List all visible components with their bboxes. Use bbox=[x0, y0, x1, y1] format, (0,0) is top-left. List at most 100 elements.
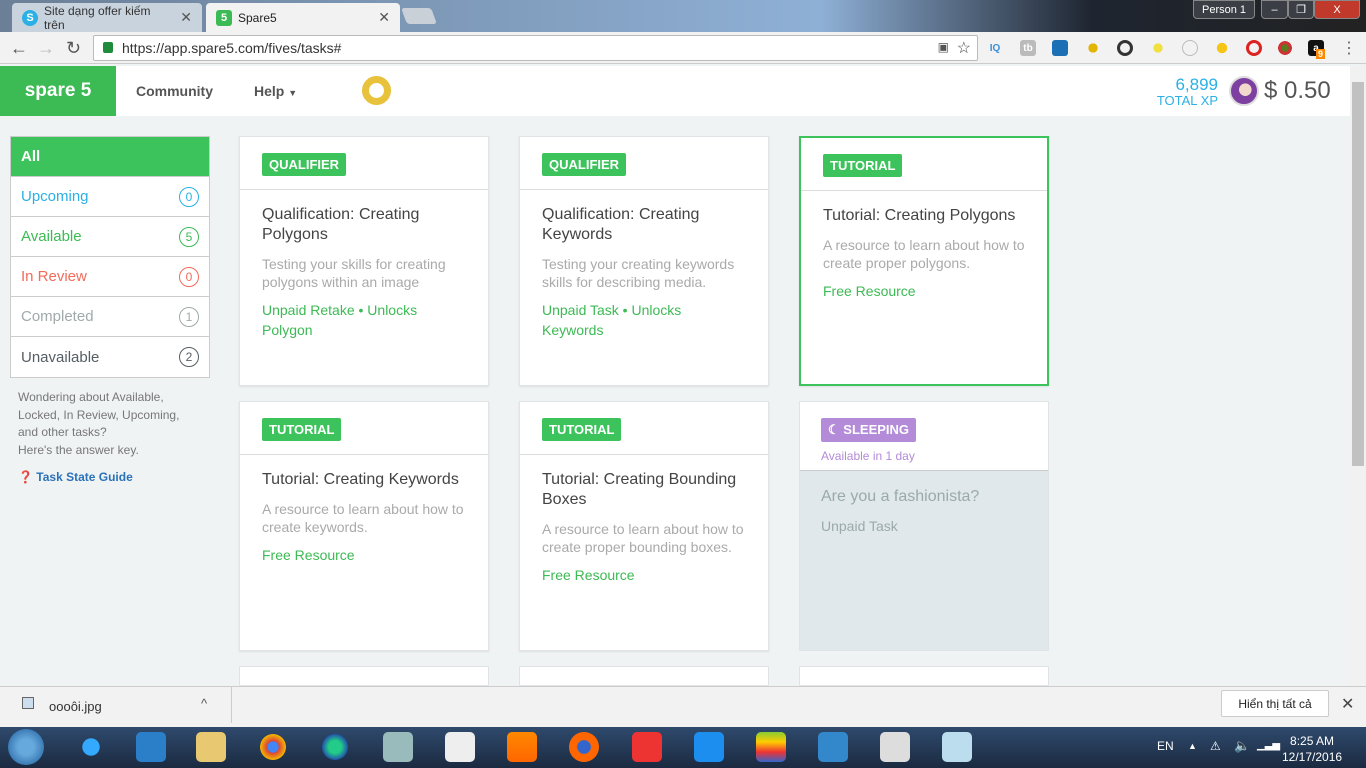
notepad-icon[interactable] bbox=[942, 732, 972, 762]
red-circle-extension-icon[interactable] bbox=[1277, 40, 1293, 56]
circle-extension-icon[interactable] bbox=[1182, 40, 1198, 56]
on-screen-keyboard-icon[interactable] bbox=[383, 732, 413, 762]
clock[interactable]: 8:25 AM 12/17/2016 bbox=[1282, 733, 1342, 765]
card-title: Qualification: Creating Keywords bbox=[542, 206, 700, 243]
coin-icon[interactable] bbox=[362, 76, 391, 105]
bluestacks-icon[interactable] bbox=[756, 732, 786, 762]
task-card[interactable]: QUALIFIER Qualification: Creating Keyword… bbox=[519, 136, 769, 386]
sidebar-item-upcoming[interactable]: Upcoming 0 bbox=[11, 177, 209, 217]
nav-community[interactable]: Community bbox=[136, 83, 213, 99]
unikey-icon[interactable] bbox=[445, 732, 475, 762]
xp-value: 6,899 bbox=[1175, 75, 1218, 94]
card-footer: Unpaid Task bbox=[821, 518, 898, 534]
profile-button[interactable]: Person 1 bbox=[1193, 0, 1255, 19]
proxy-icon[interactable] bbox=[818, 732, 848, 762]
card-tag: TUTORIAL bbox=[262, 418, 342, 441]
new-tab-button[interactable] bbox=[401, 8, 437, 24]
browser-tab-2[interactable]: 5 Spare5 ✕ bbox=[206, 3, 400, 32]
task-card[interactable]: TUTORIAL Tutorial: Creating Keywords A res… bbox=[239, 401, 489, 651]
spare5-logo[interactable]: spare 5 bbox=[0, 66, 116, 116]
date: 12/17/2016 bbox=[1282, 750, 1343, 764]
sidebar-item-label: All bbox=[21, 148, 41, 165]
sidebar-item-in-review[interactable]: In Review 0 bbox=[11, 257, 209, 297]
file-explorer-icon[interactable] bbox=[196, 732, 226, 762]
opera-extension-icon[interactable] bbox=[1246, 40, 1262, 56]
reload-icon[interactable]: ↻ bbox=[66, 38, 81, 59]
browser-tab-strip bbox=[0, 0, 1366, 32]
task-state-guide-link[interactable]: ❓ Task State Guide bbox=[18, 470, 133, 484]
minimize-button[interactable]: – bbox=[1261, 0, 1288, 19]
network-warning-icon[interactable]: ⚠ bbox=[1210, 739, 1221, 753]
chick-extension-icon[interactable] bbox=[1214, 40, 1230, 56]
card-description: Testing your skills for creating polygon… bbox=[262, 256, 446, 290]
task-card[interactable]: TUTORIAL Tutorial: Creating Polygons A res… bbox=[799, 136, 1049, 386]
bookmark-star-icon[interactable]: ☆ bbox=[957, 38, 971, 58]
card-description: A resource to learn about how to create … bbox=[262, 501, 464, 535]
chevron-up-icon[interactable]: ^ bbox=[201, 696, 207, 711]
language-indicator[interactable]: EN bbox=[1157, 739, 1174, 753]
spare5-favicon-icon: 5 bbox=[216, 9, 232, 26]
sidebar-item-available[interactable]: Available 5 bbox=[11, 217, 209, 257]
honey-extension-icon[interactable] bbox=[1085, 40, 1101, 56]
card-footer: Unpaid Retake • Unlocks Polygon bbox=[262, 302, 418, 338]
card-header: TUTORIAL bbox=[240, 402, 488, 455]
maximize-button[interactable]: ❐ bbox=[1288, 0, 1314, 19]
browser-tab-1[interactable]: S Site dạng offer kiếm trên ✕ bbox=[12, 3, 202, 32]
internet-explorer-icon[interactable] bbox=[76, 732, 106, 762]
show-all-downloads-button[interactable]: Hiển thị tất cả bbox=[1221, 690, 1329, 717]
media-player-classic-icon[interactable] bbox=[880, 732, 910, 762]
task-card[interactable]: TUTORIAL Tutorial: Creating Bounding Boxe… bbox=[519, 401, 769, 651]
card-description: A resource to learn about how to create … bbox=[823, 237, 1025, 271]
avatar[interactable] bbox=[1229, 76, 1259, 106]
close-tab-icon[interactable]: ✕ bbox=[180, 9, 192, 26]
download-item[interactable]: oooôi.jpg bbox=[49, 699, 102, 714]
card-title: Qualification: Creating Polygons bbox=[262, 206, 420, 243]
sidebar-item-unavailable[interactable]: Unavailable 2 bbox=[11, 337, 209, 377]
nav-help[interactable]: Help ▼ bbox=[254, 83, 297, 99]
tab-title: Site dạng offer kiếm trên bbox=[43, 3, 151, 32]
close-download-bar-icon[interactable]: ✕ bbox=[1341, 694, 1354, 714]
card-footer: Unpaid Task • Unlocks Keywords bbox=[542, 302, 682, 338]
back-icon[interactable]: ← bbox=[10, 38, 28, 59]
chrome-menu-icon[interactable]: ⋮ bbox=[1341, 38, 1357, 58]
tb-extension-icon[interactable]: tb bbox=[1020, 40, 1036, 56]
address-bar[interactable]: https://app.spare5.com/fives/tasks# ▣ ☆ bbox=[93, 35, 978, 61]
scrollbar-thumb[interactable] bbox=[1352, 82, 1364, 466]
maxthon-icon[interactable] bbox=[694, 732, 724, 762]
total-xp: 6,899 TOTAL XP bbox=[1157, 75, 1218, 108]
task-card[interactable]: QUALIFIER Qualification: Creating Polygon… bbox=[239, 136, 489, 386]
card-footer: Free Resource bbox=[542, 567, 635, 583]
link-extension-icon[interactable] bbox=[1117, 40, 1133, 56]
task-card-partial[interactable] bbox=[239, 666, 489, 686]
bulb-extension-icon[interactable] bbox=[1150, 40, 1166, 56]
close-tab-icon[interactable]: ✕ bbox=[378, 9, 390, 26]
weather-extension-icon[interactable] bbox=[1052, 40, 1068, 56]
signal-icon[interactable]: ▁▃▅ bbox=[1257, 740, 1280, 751]
vivaldi-icon[interactable] bbox=[632, 732, 662, 762]
task-card-sleeping[interactable]: ☾ SLEEPING Available in 1 day Are you a f… bbox=[799, 401, 1049, 651]
task-card-partial[interactable] bbox=[519, 666, 769, 686]
vlc-icon[interactable] bbox=[507, 732, 537, 762]
card-tag: TUTORIAL bbox=[823, 154, 903, 177]
count-badge: 1 bbox=[179, 306, 199, 327]
sidebar-item-completed[interactable]: Completed 1 bbox=[11, 297, 209, 337]
volume-icon[interactable]: 🔈 bbox=[1234, 738, 1250, 754]
chevron-down-icon: ▼ bbox=[288, 88, 298, 98]
tray-expand-icon[interactable]: ▲ bbox=[1188, 741, 1197, 751]
card-header: QUALIFIER bbox=[240, 137, 488, 190]
sidebar-item-all[interactable]: All bbox=[11, 137, 209, 177]
idm-icon[interactable] bbox=[320, 732, 350, 762]
iq-extension-icon[interactable]: IQ bbox=[987, 40, 1003, 56]
forward-icon[interactable]: → bbox=[37, 38, 55, 59]
chrome-icon[interactable] bbox=[258, 732, 288, 762]
media-player-icon[interactable] bbox=[136, 732, 166, 762]
card-header: QUALIFIER bbox=[520, 137, 768, 190]
firefox-icon[interactable] bbox=[569, 732, 599, 762]
translate-icon[interactable]: ▣ bbox=[938, 40, 949, 54]
close-window-button[interactable]: X bbox=[1314, 0, 1360, 19]
card-description: A resource to learn about how to create … bbox=[542, 521, 744, 555]
card-title: Tutorial: Creating Keywords bbox=[262, 471, 459, 488]
windows-start-icon[interactable] bbox=[8, 729, 44, 765]
task-card-partial[interactable] bbox=[799, 666, 1049, 686]
amazon-extension-icon[interactable]: a9 bbox=[1308, 40, 1326, 59]
